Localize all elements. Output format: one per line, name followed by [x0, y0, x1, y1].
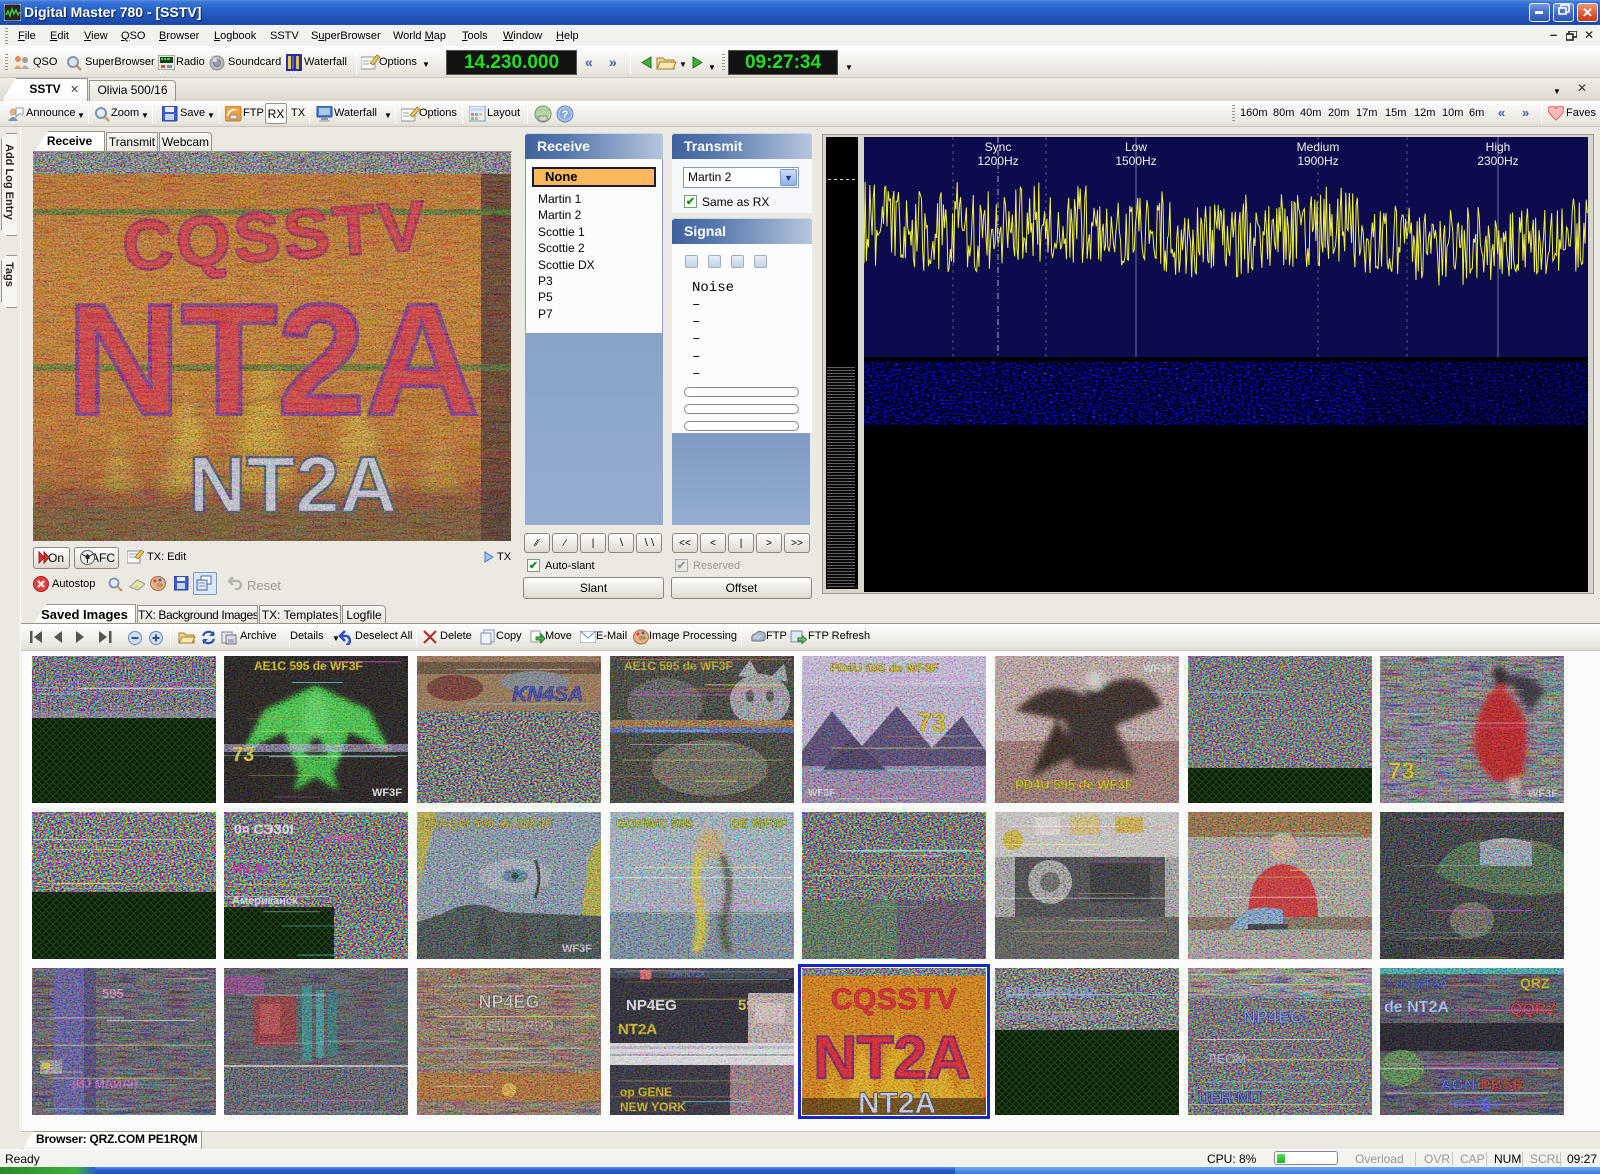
- svg-text:Medium: Medium: [1297, 140, 1340, 154]
- svg-text:Поте г: Поте г: [324, 831, 361, 845]
- svg-text:2300Hz: 2300Hz: [1477, 154, 1518, 168]
- svg-text:DM UPEUW: DM UPEUW: [1005, 985, 1095, 1002]
- svg-text:?: ?: [562, 109, 569, 121]
- svg-text:Sync: Sync: [985, 140, 1012, 154]
- svg-text:1500Hz: 1500Hz: [1115, 154, 1156, 168]
- svg-text:Low: Low: [1125, 140, 1147, 154]
- svg-text:High: High: [1486, 140, 1511, 154]
- svg-text:1200Hz: 1200Hz: [977, 154, 1018, 168]
- svg-text:ЛЕОМ: ЛЕОМ: [1208, 1051, 1246, 1066]
- svg-text:0¤ СЭЗ0І: 0¤ СЭЗ0І: [234, 821, 294, 837]
- svg-text:1900Hz: 1900Hz: [1297, 154, 1338, 168]
